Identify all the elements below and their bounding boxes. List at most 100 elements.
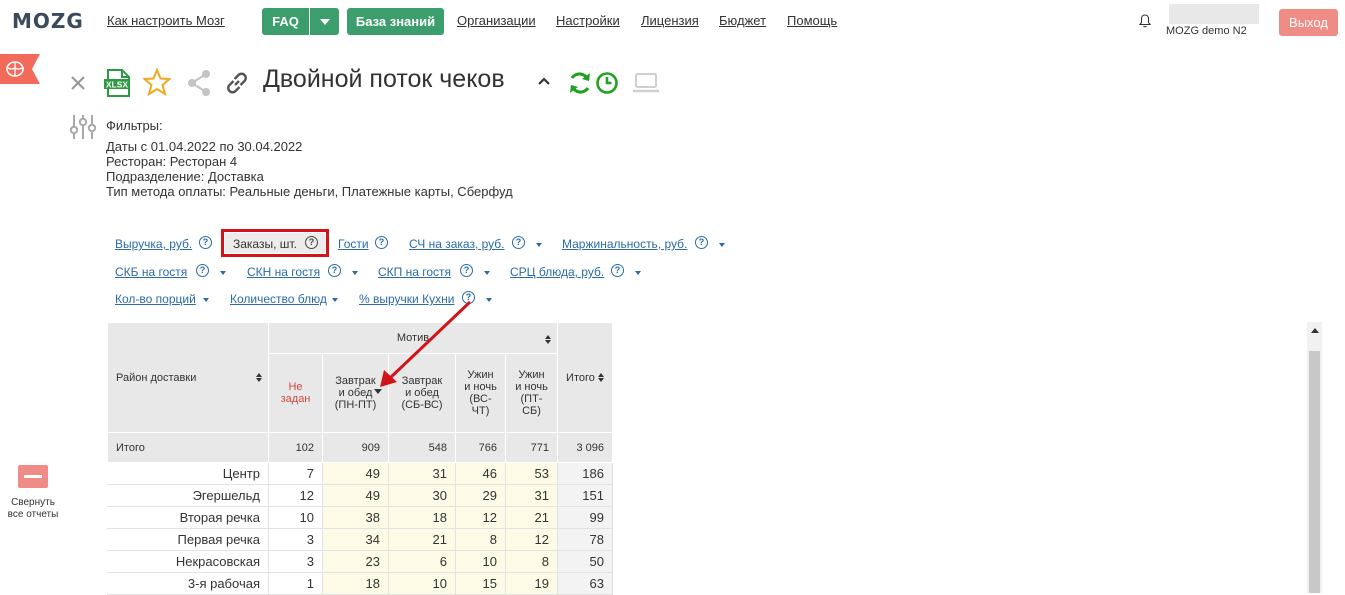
metric-margin[interactable]: Маржинальность, руб. — [562, 237, 687, 251]
metric-dishes[interactable]: Количество блюд — [230, 292, 327, 306]
chevron-down-icon[interactable] — [220, 271, 226, 275]
total-cell: 548 — [388, 432, 456, 463]
row-header-cell[interactable]: Район доставки — [107, 322, 269, 433]
row-total-cell: 186 — [557, 462, 613, 485]
nav-link-how-to[interactable]: Как настроить Мозг — [107, 13, 225, 28]
xlsx-export-icon[interactable]: XLSX — [104, 68, 132, 98]
data-cell: 30 — [388, 484, 456, 507]
collapse-all-reports-button[interactable] — [18, 465, 48, 488]
help-icon[interactable]: ? — [375, 236, 388, 249]
help-icon[interactable]: ? — [512, 236, 525, 249]
chevron-down-icon[interactable] — [352, 271, 358, 275]
nav-link-help[interactable]: Помощь — [787, 13, 837, 28]
mozg-logo[interactable]: MOZG — [12, 6, 84, 36]
reports-menu-tab[interactable] — [0, 54, 40, 84]
chevron-down-icon[interactable] — [536, 243, 542, 247]
sort-icon[interactable] — [545, 335, 551, 344]
data-cell: 53 — [505, 462, 558, 485]
annotation-arrow — [380, 300, 472, 387]
chevron-down-icon[interactable] — [719, 243, 725, 247]
scrollbar-thumb[interactable] — [1309, 351, 1320, 593]
table-row: Эгершельд 12 49 30 29 31 151 — [107, 484, 613, 507]
data-cell: 12 — [268, 484, 323, 507]
data-cell: 18 — [388, 506, 456, 529]
data-cell: 18 — [322, 572, 389, 595]
total-header-label: Итого — [566, 371, 595, 384]
row-label: Первая речка — [107, 528, 269, 551]
help-icon[interactable]: ? — [611, 264, 624, 277]
data-cell: 21 — [505, 506, 558, 529]
data-cell: 1 — [268, 572, 323, 595]
chevron-down-icon[interactable] — [484, 271, 490, 275]
row-total-cell: 78 — [557, 528, 613, 551]
help-icon[interactable]: ? — [196, 264, 209, 277]
row-label: Центр — [107, 462, 269, 485]
sort-icon[interactable] — [597, 373, 604, 383]
favorite-star-icon[interactable] — [143, 68, 171, 96]
metric-orders-selected[interactable]: Заказы, шт. ? — [221, 229, 329, 257]
logout-button[interactable]: Выход — [1279, 9, 1338, 36]
sort-icon[interactable] — [256, 373, 262, 382]
report-table: Район доставки Мотив Итого Не задан Завт… — [107, 322, 613, 595]
row-total-cell: 151 — [557, 484, 613, 507]
data-cell: 19 — [505, 572, 558, 595]
help-icon[interactable]: ? — [305, 236, 318, 249]
data-cell: 3 — [268, 528, 323, 551]
total-header-cell[interactable]: Итого — [557, 322, 613, 433]
close-icon[interactable] — [70, 75, 86, 91]
chevron-down-icon[interactable] — [332, 298, 338, 302]
row-label: Некрасовская — [107, 550, 269, 573]
nav-link-organizations[interactable]: Организации — [457, 13, 536, 28]
metric-portions[interactable]: Кол-во порций — [115, 292, 196, 306]
filter-settings-icon[interactable] — [69, 113, 97, 141]
metric-skn[interactable]: СКН на гостя — [247, 265, 320, 279]
faq-dropdown-button[interactable] — [310, 8, 339, 35]
logo-text: MOZG — [12, 9, 84, 33]
refresh-icon[interactable] — [566, 69, 594, 97]
filter-dates: Даты с 01.04.2022 по 30.04.2022 — [106, 139, 303, 154]
schedule-clock-icon[interactable] — [595, 71, 619, 95]
data-cell: 7 — [268, 462, 323, 485]
chevron-down-icon[interactable] — [203, 298, 209, 302]
data-cell: 49 — [322, 462, 389, 485]
help-icon[interactable]: ? — [328, 264, 341, 277]
data-cell: 12 — [505, 528, 558, 551]
chevron-up-icon[interactable] — [537, 76, 551, 86]
grand-total-cell: 3 096 — [557, 432, 613, 463]
total-row-label: Итого — [107, 432, 269, 463]
chevron-down-icon[interactable] — [486, 298, 492, 302]
nav-link-license[interactable]: Лицензия — [641, 13, 699, 28]
total-cell: 766 — [455, 432, 506, 463]
help-icon[interactable]: ? — [199, 236, 212, 249]
chevron-down-icon[interactable] — [635, 271, 641, 275]
scroll-up-arrow-icon[interactable] — [1311, 328, 1319, 333]
nav-link-budget[interactable]: Бюджет — [719, 13, 766, 28]
bell-icon[interactable] — [1139, 14, 1151, 28]
share-icon[interactable] — [186, 69, 212, 97]
table-row: Центр 7 49 31 46 53 186 — [107, 462, 613, 485]
knowledge-base-button[interactable]: База знаний — [347, 8, 444, 35]
laptop-icon[interactable] — [632, 72, 660, 94]
help-icon[interactable]: ? — [695, 236, 708, 249]
data-cell: 10 — [388, 572, 456, 595]
user-avatar-blurred[interactable] — [1169, 4, 1259, 24]
filter-division: Подразделение: Доставка — [106, 169, 264, 184]
column-header-dinner-fri-sat[interactable]: Ужин и ночь (ПТ-СБ) — [505, 353, 558, 433]
metric-guests[interactable]: Гости — [338, 237, 369, 251]
faq-button[interactable]: FAQ — [262, 8, 309, 35]
metric-avg-check[interactable]: СЧ на заказ, руб. — [409, 237, 505, 251]
data-cell: 8 — [455, 528, 506, 551]
user-name[interactable]: MOZG demo N2 — [1166, 25, 1247, 37]
data-cell: 23 — [322, 550, 389, 573]
column-header-not-set[interactable]: Не задан — [268, 353, 323, 433]
data-cell: 10 — [455, 550, 506, 573]
table-row: Вторая речка 10 38 18 12 21 99 — [107, 506, 613, 529]
metric-src[interactable]: СРЦ блюда, руб. — [510, 265, 604, 279]
metric-revenue[interactable]: Выручка, руб. — [115, 237, 192, 251]
nav-link-settings[interactable]: Настройки — [556, 13, 620, 28]
link-icon[interactable] — [223, 69, 251, 97]
row-label: Эгершельд — [107, 484, 269, 507]
help-icon[interactable]: ? — [460, 264, 473, 277]
metric-skp[interactable]: СКП на гостя — [378, 265, 451, 279]
metric-skb[interactable]: СКБ на гостя — [115, 265, 187, 279]
